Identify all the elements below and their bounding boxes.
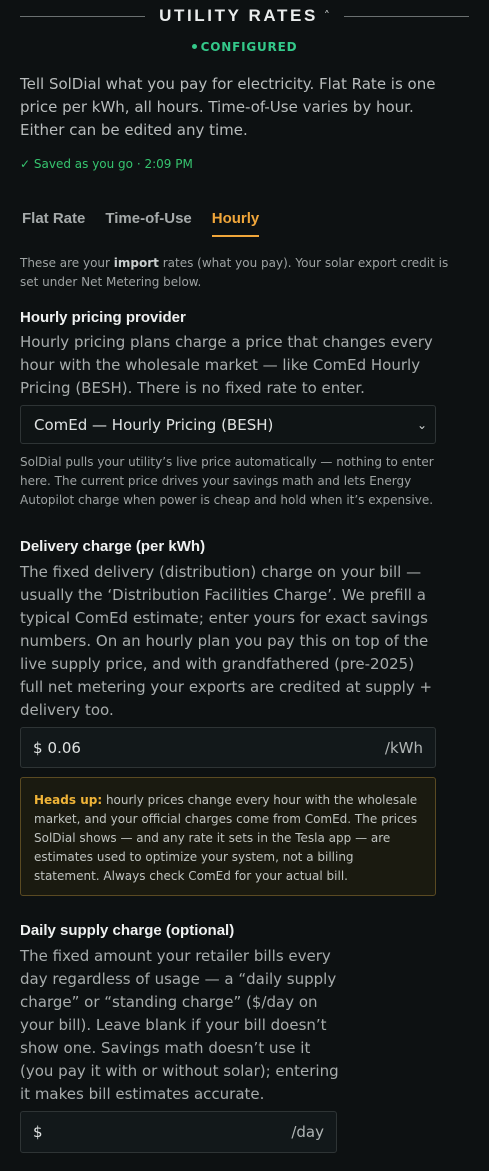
tab-flat-rate[interactable]: Flat Rate: [22, 210, 85, 237]
delivery-charge-value[interactable]: 0.06: [48, 739, 385, 757]
unit-suffix: /kWh: [384, 738, 423, 757]
check-icon: ✓: [20, 157, 31, 171]
unit-suffix: /day: [291, 1123, 324, 1141]
daily-supply-input[interactable]: $ /day: [20, 1111, 337, 1153]
section-title: UTILITY RATES: [159, 6, 318, 25]
divider-right: [343, 15, 470, 17]
rate-tabs: Flat Rate Time-of-Use Hourly: [22, 210, 279, 237]
saved-indicator: ✓ Saved as you go · 2:09 PM: [20, 157, 193, 171]
intro-text: Tell SolDial what you pay for electricit…: [20, 75, 436, 139]
saved-label: Saved as you go · 2:09 PM: [33, 157, 193, 171]
provider-description: Hourly pricing plans charge a price that…: [20, 333, 433, 397]
alert-title: Heads up:: [34, 793, 103, 807]
provider-select[interactable]: ComEd — Hourly Pricing (BESH) ⌄: [20, 405, 436, 444]
status-label: CONFIGURED: [200, 40, 298, 54]
chevron-up-icon[interactable]: ˄: [324, 9, 344, 23]
status-badge: CONFIGURED: [0, 40, 489, 54]
chevron-down-icon: ⌄: [416, 417, 427, 432]
heads-up-alert: Heads up: hourly prices change every hou…: [20, 777, 436, 896]
delivery-charge-input[interactable]: $ 0.06 /kWh: [20, 727, 436, 768]
note-pre: These are your: [20, 256, 114, 270]
delivery-label: Delivery charge (per kWh): [20, 538, 206, 555]
status-dot-icon: [191, 44, 197, 49]
currency-prefix: $: [33, 1123, 43, 1141]
tab-hourly[interactable]: Hourly: [211, 210, 260, 237]
section-header[interactable]: UTILITY RATES ˄: [20, 4, 470, 28]
divider-left: [20, 15, 146, 17]
daily-supply-label: Daily supply charge (optional): [20, 922, 235, 939]
daily-supply-description: The fixed amount your retailer bills eve…: [20, 947, 339, 1103]
import-rates-note: These are your import rates (what you pa…: [20, 254, 465, 292]
provider-label: Hourly pricing provider: [20, 309, 186, 326]
delivery-description: The fixed delivery (distribution) charge…: [20, 563, 433, 719]
provider-select-value: ComEd — Hourly Pricing (BESH): [34, 415, 274, 434]
note-bold: import: [113, 256, 159, 270]
provider-help: SolDial pulls your utility’s live price …: [20, 455, 434, 507]
tab-time-of-use[interactable]: Time-of-Use: [105, 210, 191, 237]
currency-prefix: $: [33, 738, 43, 757]
